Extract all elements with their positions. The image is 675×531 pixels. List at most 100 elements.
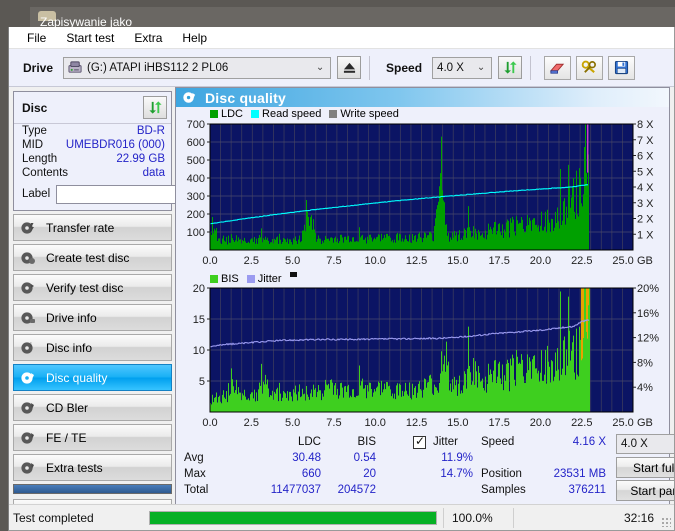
ldc-chart-canvas: 100 200 300 400 500 600 700 1 X 2 X 3 X 4 X 5 X 6 X 7…: [187, 119, 655, 267]
toolbar-separator-1: [369, 55, 371, 80]
svg-text:20.0: 20.0: [530, 255, 551, 267]
status-bar: Test completed 100.0% 32:16: [9, 504, 674, 530]
svg-text:15: 15: [193, 314, 205, 326]
svg-text:12.5: 12.5: [406, 255, 427, 267]
legend-item-read-speed: Read speed: [251, 108, 321, 120]
svg-text:10.0: 10.0: [365, 417, 386, 429]
sidebar-item-label: Transfer rate: [46, 220, 115, 235]
toolbar: Drive (G:) ATAPI iHBS112 2 PL06 ⌄ Speed …: [9, 49, 674, 87]
speed-select[interactable]: 4.0 X ⌄: [432, 56, 493, 79]
disc-row-value: data: [142, 167, 165, 179]
svg-text:GB: GB: [637, 255, 653, 267]
svg-text:200: 200: [187, 209, 205, 221]
svg-text:5.0: 5.0: [285, 255, 300, 267]
refresh-button[interactable]: [498, 56, 523, 79]
svg-text:7.5: 7.5: [326, 417, 341, 429]
disc-label-row: Label: [14, 180, 262, 210]
svg-text:700: 700: [187, 120, 205, 131]
disc-quality-icon: [183, 92, 196, 103]
drive-label: Drive: [23, 60, 54, 75]
menu-item-start-test[interactable]: Start test: [56, 28, 124, 48]
refresh-icon: [503, 61, 517, 74]
svg-text:7.5: 7.5: [326, 255, 341, 267]
menu-item-extra[interactable]: Extra: [124, 28, 172, 48]
stats-value-speed: 4.16 X: [572, 436, 606, 449]
disc-transfer-icon: [21, 221, 34, 234]
erase-button[interactable]: [544, 55, 572, 80]
elapsed-time-label: 32:16: [513, 507, 674, 528]
stats-value-samples: 376211: [568, 484, 606, 497]
svg-text:3 X: 3 X: [637, 198, 654, 210]
svg-text:300: 300: [187, 191, 205, 203]
disc-row-value: BD-R: [136, 125, 165, 137]
sidebar-item-cd-bler[interactable]: CD Bler: [13, 394, 172, 421]
svg-text:17.5: 17.5: [488, 417, 509, 429]
disc-panel-title: Disc: [22, 100, 48, 115]
jitter-checkbox[interactable]: [413, 434, 426, 450]
svg-text:5: 5: [199, 376, 205, 388]
disc-refresh-button[interactable]: [143, 96, 167, 119]
eject-button[interactable]: [337, 56, 362, 79]
svg-text:i: i: [30, 341, 32, 349]
sidebar-item-disc-info[interactable]: i Disc info: [13, 334, 172, 361]
sidebar-item-disc-quality[interactable]: Disc quality: [13, 364, 172, 391]
legend-item-write-speed: Write speed: [329, 108, 399, 120]
stats-total-ldc: 11477037: [270, 484, 321, 497]
disc-bler-icon: [21, 401, 34, 414]
stats-label-samples: Samples: [481, 484, 526, 497]
disc-info-panel: Disc Type BD-R MID UMEBDR016 (000) Lengt…: [13, 91, 262, 211]
sidebar-item-label: CD Bler: [46, 400, 89, 415]
svg-text:17.5: 17.5: [488, 255, 509, 267]
drive-select[interactable]: (G:) ATAPI iHBS112 2 PL06 ⌄: [63, 56, 332, 79]
stats-max-bis: 20: [363, 468, 376, 481]
sidebar-item-extra-tests[interactable]: Extra tests: [13, 454, 172, 481]
sidebar-item-label: Verify test disc: [46, 280, 124, 295]
sidebar-item-verify-test-disc[interactable]: Verify test disc: [13, 274, 172, 301]
svg-text:4%: 4%: [637, 383, 653, 395]
disc-quality-icon: [21, 371, 34, 384]
svg-text:500: 500: [187, 155, 205, 167]
save-button[interactable]: [608, 55, 636, 80]
sidebar-item-transfer-rate[interactable]: Transfer rate: [13, 214, 172, 241]
svg-text:8%: 8%: [637, 358, 653, 370]
settings-keys-button[interactable]: [576, 55, 604, 80]
legend-swatch: [210, 274, 218, 283]
legend-label: Jitter: [257, 272, 282, 285]
svg-text:22.5: 22.5: [571, 417, 592, 429]
sidebar-item-drive-info[interactable]: Drive info: [13, 304, 172, 331]
svg-text:100: 100: [187, 227, 205, 239]
disc-row-key: Contents: [22, 167, 69, 179]
legend-label: LDC: [221, 108, 244, 121]
bis-chart: 5 10 15 20 4% 8% 12% 16% 20% 0.0 2.5 5.0 7.5 10.0 12.5…: [176, 283, 669, 432]
svg-text:0.0: 0.0: [202, 417, 217, 429]
svg-text:2.5: 2.5: [244, 255, 259, 267]
start-full-button[interactable]: Start full: [616, 457, 674, 479]
legend-swatch: [329, 110, 338, 119]
menu-item-help[interactable]: Help: [172, 28, 217, 48]
svg-text:15.0: 15.0: [447, 417, 468, 429]
svg-text:12.5: 12.5: [406, 417, 427, 429]
svg-text:25.0: 25.0: [612, 417, 633, 429]
speed-label: Speed: [386, 60, 423, 75]
start-part-button[interactable]: Start part: [616, 480, 674, 502]
svg-text:20: 20: [193, 284, 205, 295]
disc-row-key: Length: [22, 153, 58, 165]
ldc-chart: 100 200 300 400 500 600 700 1 X 2 X 3 X 4 X 5 X 6 X 7…: [176, 119, 669, 270]
legend-item-bis: BIS: [210, 273, 239, 285]
legend-item-jitter: Jitter: [246, 272, 282, 285]
disc-quality-header: Disc quality: [176, 88, 669, 108]
stats-avg-bis: 0.54: [353, 452, 376, 465]
status-text: Test completed: [13, 510, 94, 525]
menu-item-file[interactable]: File: [17, 28, 56, 48]
disc-row-type: Type BD-R: [14, 124, 171, 138]
svg-text:20.0: 20.0: [530, 417, 551, 429]
stats-label-position: Position: [481, 468, 522, 481]
sidebar-item-create-test-disc[interactable]: Create test disc: [13, 244, 172, 271]
resize-grip[interactable]: [661, 517, 671, 527]
sidebar-item-fe-te[interactable]: FE / TE: [13, 424, 172, 451]
test-speed-select[interactable]: 4.0 X ⌄: [616, 434, 674, 455]
disc-info-icon: i: [21, 341, 33, 354]
stats-header-bis: BIS: [357, 436, 376, 449]
drive-icon: [68, 61, 82, 73]
svg-text:7 X: 7 X: [637, 135, 654, 147]
